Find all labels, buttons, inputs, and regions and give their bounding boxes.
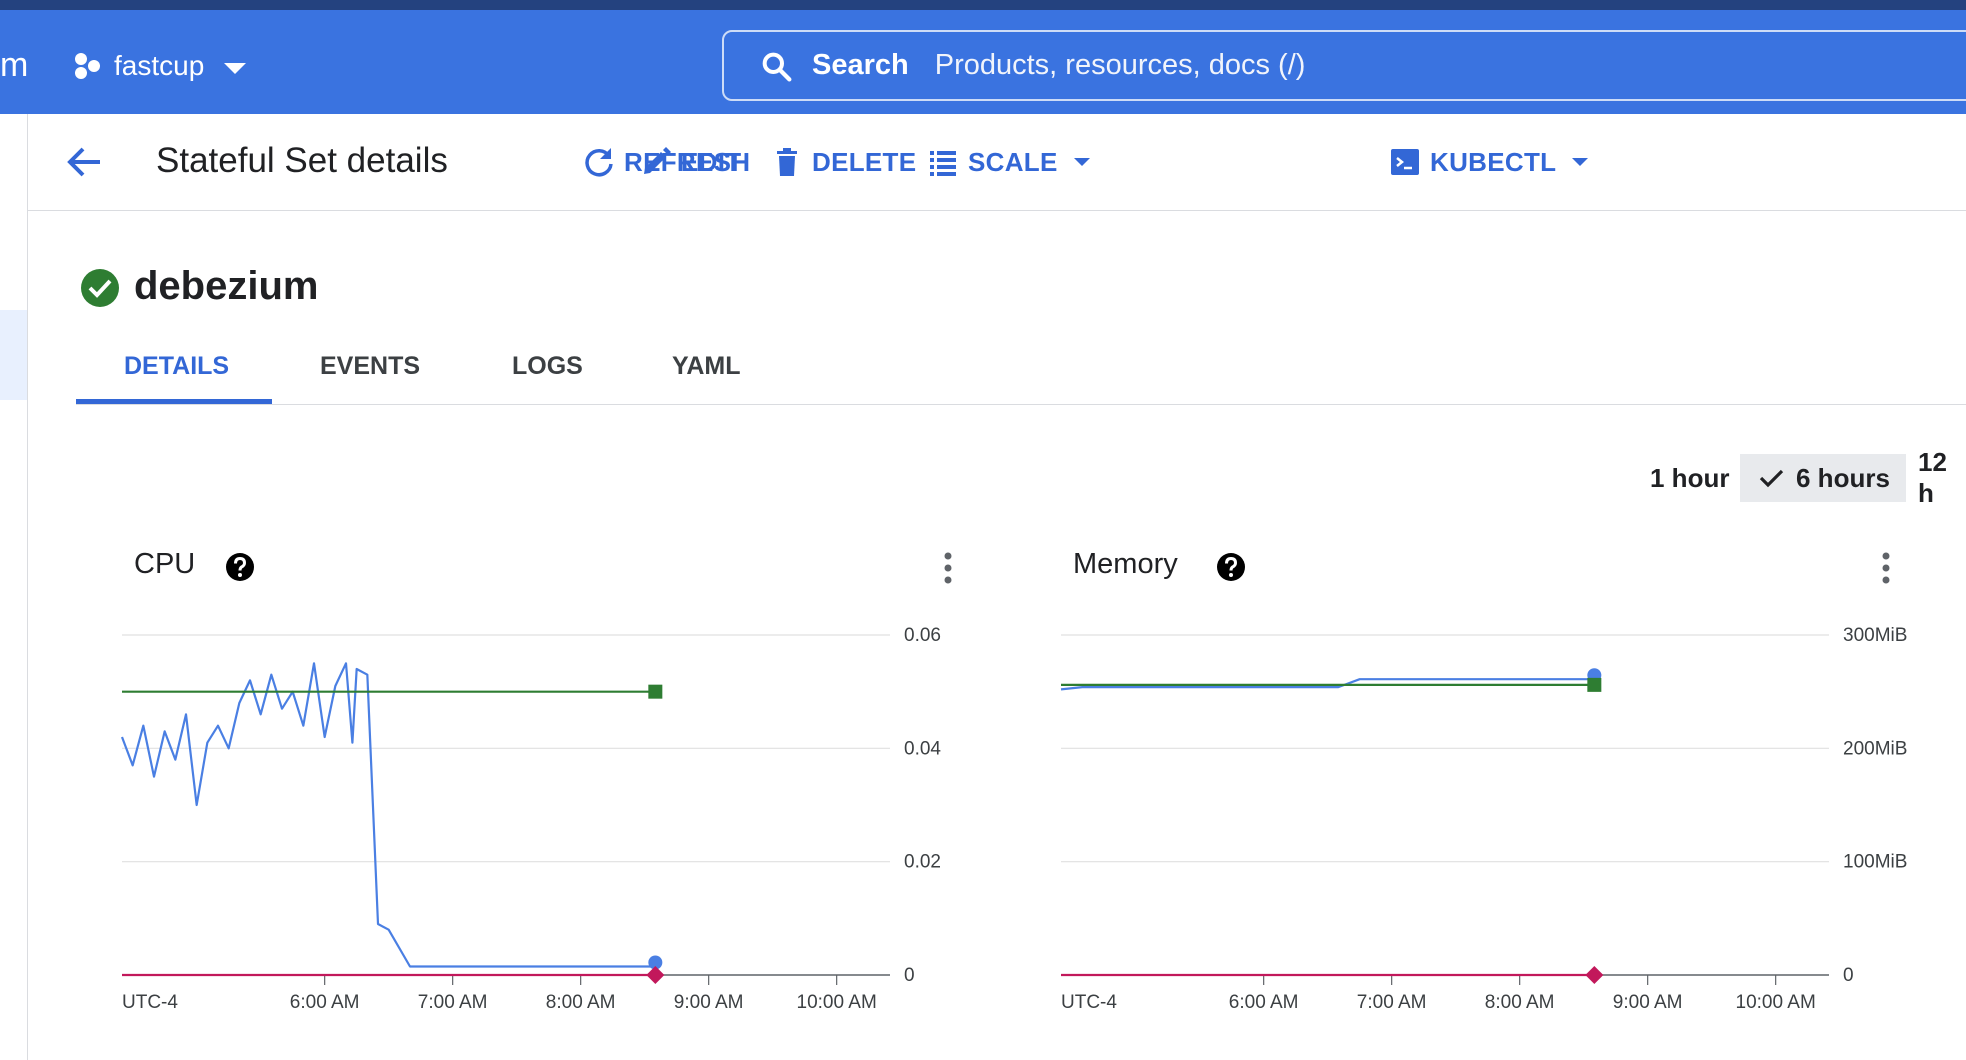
request-end-marker [1587,677,1602,692]
y-tick-label: 200MiB [1843,738,1907,759]
y-tick-label: 0 [1843,965,1854,986]
y-tick-label: 0.04 [904,738,941,759]
chevron-down-icon [224,62,247,74]
x-tick-label: 10:00 AM [797,992,877,1013]
trash-icon [777,148,797,176]
memory-chart: 300MiB 200MiB 100MiB 0 UTC-4 6:00 AM 7:00 AM 8:… [1060,625,1907,1013]
delete-button[interactable]: DELETE [770,136,916,188]
y-tick-label: 0.06 [904,625,941,646]
resource-name: debezium [134,264,319,308]
more-vert-icon[interactable] [1879,550,1893,586]
search-icon [762,52,792,81]
project-name: fastcup [114,50,205,81]
tab-details[interactable]: DETAILS [124,352,229,381]
back-arrow-icon[interactable] [64,142,104,182]
left-nav-rail [0,114,28,1060]
scale-menu-button[interactable]: SCALE [926,136,1090,188]
list-icon [930,151,956,176]
top-strip [0,0,1966,10]
page-title: Stateful Set details [156,141,448,180]
usage-series-line [120,662,656,968]
kubectl-label: KUBECTL [1430,146,1557,177]
range-12-hours[interactable]: 12 h [1918,447,1966,508]
range-6-hours[interactable]: 6 hours [1740,454,1906,502]
tab-logs[interactable]: LOGS [512,352,583,381]
x-tick-label: 7:00 AM [1357,992,1427,1013]
refresh-icon [585,148,613,177]
x-tick-label: 10:00 AM [1736,992,1816,1013]
range-6-hours-label: 6 hours [1796,462,1890,493]
status-ok-icon [81,269,119,307]
limit-end-marker [1585,966,1604,984]
y-tick-label: 300MiB [1843,625,1907,646]
x-tick-label: 9:00 AM [674,992,744,1013]
timezone-label: UTC-4 [122,992,178,1013]
chevron-down-icon [1073,158,1090,166]
help-icon[interactable] [225,552,255,582]
tabs-divider [76,404,1966,405]
terminal-icon [1391,149,1419,175]
checkmark-icon [1759,469,1784,488]
x-tick-label: 8:00 AM [546,992,616,1013]
limit-end-marker [646,966,665,984]
cpu-chart-title: CPU [134,548,196,580]
x-tick-label: 7:00 AM [418,992,488,1013]
tab-yaml[interactable]: YAML [672,352,741,381]
request-end-marker [648,684,663,699]
x-tick-label: 6:00 AM [290,992,360,1013]
search-bar[interactable]: Search Products, resources, docs (/) [722,30,1966,101]
project-picker[interactable]: fastcup [72,46,247,86]
search-input[interactable]: Products, resources, docs (/) [935,49,1306,82]
timezone-label: UTC-4 [1061,992,1117,1013]
action-toolbar: Stateful Set details REFRESH EDIT DELETE [28,114,1966,211]
pencil-icon [644,147,671,174]
x-tick-label: 6:00 AM [1229,992,1299,1013]
edit-label: EDIT [681,146,742,177]
y-tick-label: 0 [904,965,915,986]
more-vert-icon[interactable] [941,550,955,586]
y-tick-label: 100MiB [1843,852,1907,873]
tab-events[interactable]: EVENTS [320,352,420,381]
range-1-hour[interactable]: 1 hour [1650,454,1729,502]
kubectl-menu-button[interactable]: KUBECTL [1388,136,1589,188]
scale-label: SCALE [968,146,1058,177]
cpu-chart: 0.06 0.04 0.02 0 UTC-4 6:00 AM 7:00 AM 8:00 AM 9… [120,625,941,1013]
product-name-fragment[interactable]: m [0,46,28,85]
edit-button[interactable]: EDIT [639,136,741,188]
y-tick-label: 0.02 [904,852,941,873]
chevron-down-icon [1572,158,1589,166]
x-tick-label: 9:00 AM [1613,992,1683,1013]
search-label: Search [812,49,909,81]
help-icon[interactable] [1216,552,1246,582]
left-nav-selected-item[interactable] [0,310,27,400]
project-hexagon-icon [75,53,100,79]
memory-chart-title: Memory [1073,548,1178,580]
x-tick-label: 8:00 AM [1485,992,1555,1013]
delete-label: DELETE [812,146,917,177]
